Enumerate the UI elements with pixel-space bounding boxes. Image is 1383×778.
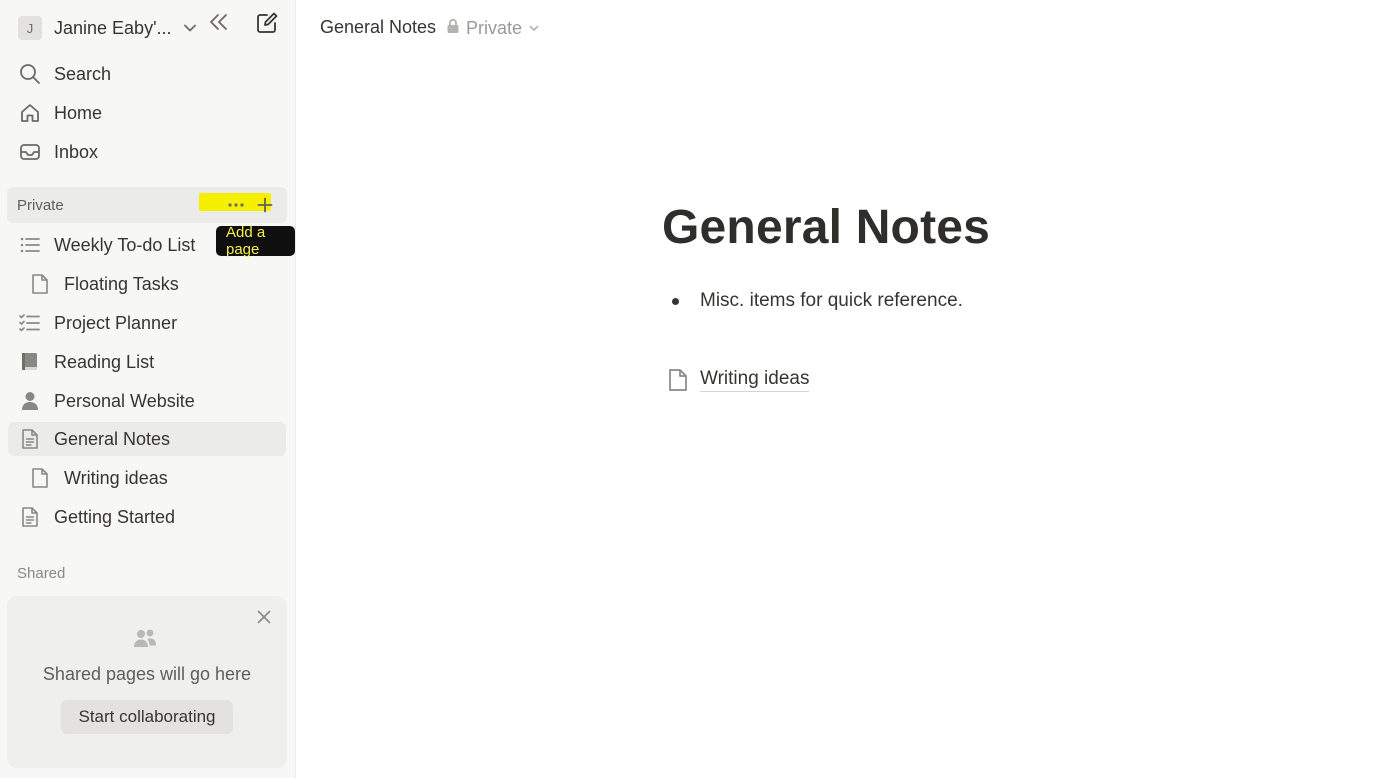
workspace-switcher[interactable]: J Janine Eaby'... [8,10,288,46]
shared-empty-card: Shared pages will go here Start collabor… [7,596,287,768]
collapse-sidebar-icon[interactable] [205,8,233,36]
sidebar-page-label: General Notes [54,428,171,449]
sidebar-page-label: Personal Website [54,390,195,411]
subpage-link-label: Writing ideas [700,368,810,392]
privacy-dropdown[interactable]: Private [446,16,540,40]
page-icon [666,368,690,392]
sidebar-page-label: Reading List [54,351,155,372]
page-icon [28,272,52,296]
sidebar-page-writing-ideas[interactable]: Writing ideas [8,461,286,495]
new-page-icon[interactable] [252,8,282,38]
close-icon[interactable] [255,608,273,626]
nav-inbox[interactable]: Inbox [8,135,286,169]
list-icon [18,233,42,257]
sidebar-page-label: Writing ideas [64,467,168,488]
start-collaborating-button[interactable]: Start collaborating [61,700,233,734]
sidebar-page-getting-started[interactable]: Getting Started [8,500,286,534]
workspace-name: Janine Eaby'... [54,17,172,38]
topbar: General Notes Private [296,0,1383,56]
sidebar-page-label: Project Planner [54,312,178,333]
nav-search[interactable]: Search [8,57,286,91]
inbox-icon [18,140,42,164]
workspace-avatar: J [18,16,42,40]
page-icon [28,466,52,490]
more-options-icon[interactable] [225,193,247,217]
privacy-label: Private [466,17,523,38]
shared-section-label[interactable]: Shared [17,565,65,582]
shared-empty-text: Shared pages will go here [42,664,252,684]
sidebar-page-label: Floating Tasks [64,273,179,294]
nav-search-label: Search [54,63,112,84]
page-title[interactable]: General Notes [662,200,990,255]
add-page-icon[interactable] [254,193,276,217]
sidebar: J Janine Eaby'... Search Home Inbox Priv… [0,0,296,778]
sidebar-page-project-planner[interactable]: Project Planner [8,306,286,340]
add-page-tooltip: Add a page [216,224,295,258]
people-icon [133,628,157,652]
nav-inbox-label: Inbox [54,141,99,162]
private-section-label: Private [17,197,64,214]
nav-home-label: Home [54,102,103,123]
bullet-text: Misc. items for quick reference. [700,290,963,311]
book-icon [18,350,42,374]
sidebar-page-label: Getting Started [54,506,176,527]
private-section-header[interactable]: Private [7,187,287,223]
breadcrumb[interactable]: General Notes [320,17,436,38]
sidebar-page-general-notes[interactable]: General Notes [8,422,286,456]
checklist-icon [18,311,42,335]
chevron-down-icon [528,22,540,34]
chevron-down-icon [180,18,200,38]
sidebar-page-label: Weekly To-do List [54,234,196,255]
bullet-dot [672,297,679,305]
search-icon [18,62,42,86]
nav-home[interactable]: Home [8,96,286,130]
sidebar-page-floating-tasks[interactable]: Floating Tasks [8,267,286,301]
sidebar-page-personal-website[interactable]: Personal Website [8,384,286,418]
bullet-item[interactable]: Misc. items for quick reference. [672,288,963,314]
document-icon [18,427,42,451]
subpage-link[interactable]: Writing ideas [666,366,810,394]
lock-icon [446,18,460,39]
document-icon [18,505,42,529]
home-icon [18,101,42,125]
sidebar-page-reading-list[interactable]: Reading List [8,345,286,379]
person-icon [18,389,42,413]
